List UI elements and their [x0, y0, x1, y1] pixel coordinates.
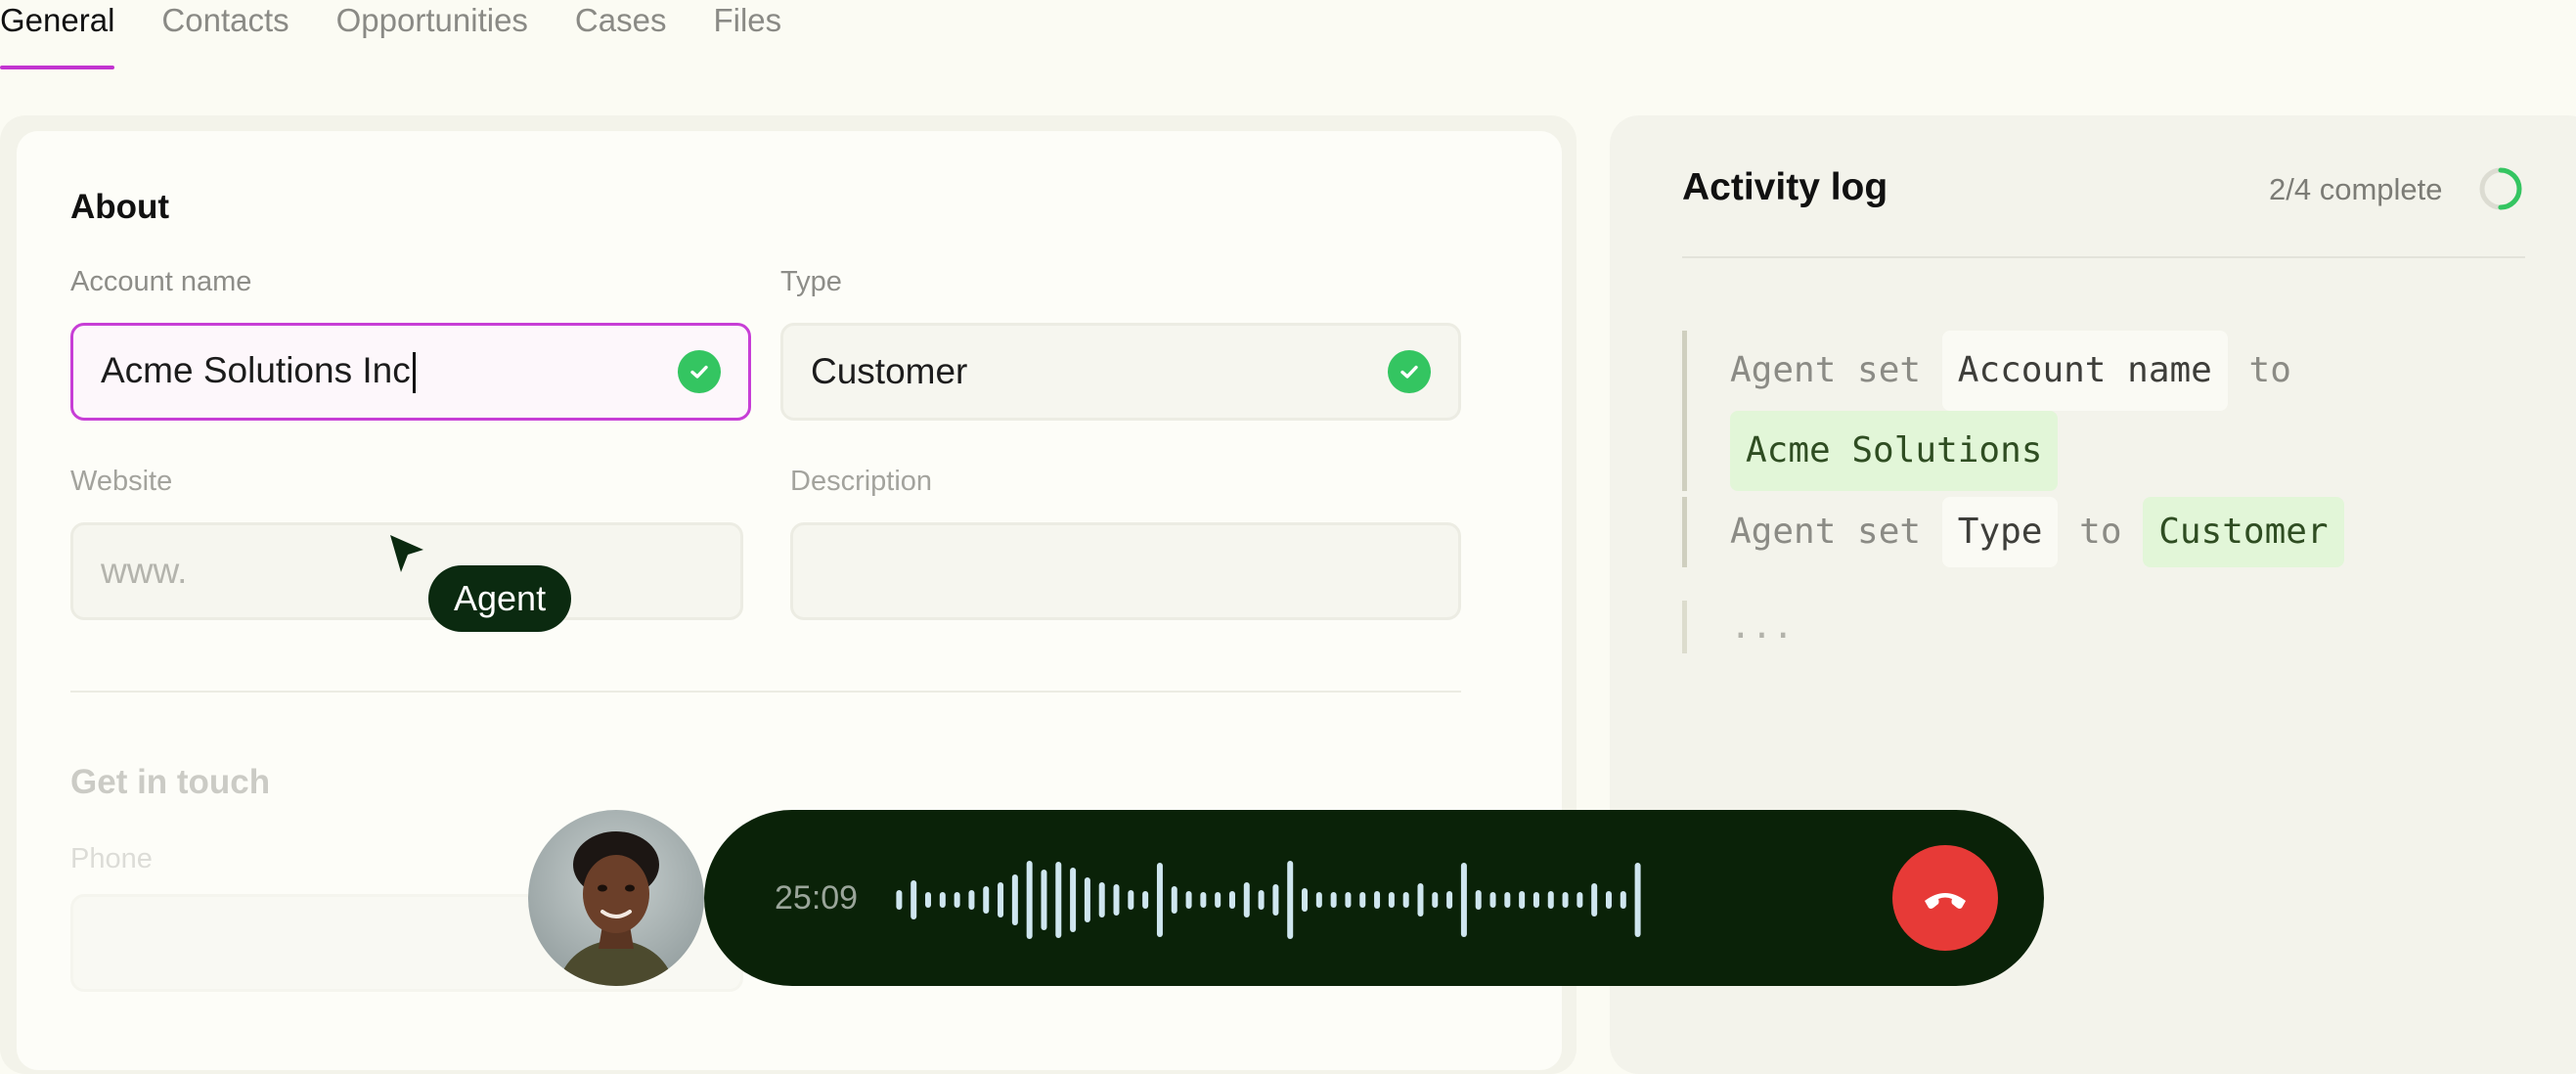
about-section-title: About — [70, 188, 170, 226]
agent-cursor-icon — [390, 535, 423, 572]
description-label: Description — [790, 466, 933, 497]
check-icon — [1388, 350, 1431, 393]
log-entry-value: Customer — [2143, 497, 2344, 567]
log-entry: Agent set Account name to Acme Solutions — [1682, 331, 2434, 491]
audio-waveform — [896, 861, 1641, 939]
log-entry-prefix: Agent set — [1730, 350, 1922, 390]
account-name-value-wrap: Acme Solutions Inc — [101, 349, 678, 394]
log-entry-pending: ... — [1682, 601, 1794, 653]
log-entry-field: Type — [1941, 497, 2059, 567]
log-entry-connector: to — [2248, 350, 2291, 390]
tab-opportunities[interactable]: Opportunities — [336, 0, 528, 68]
log-entry-connector: to — [2079, 512, 2122, 552]
hangup-button[interactable] — [1892, 845, 1998, 951]
agent-cursor-label: Agent — [428, 565, 572, 632]
tab-contacts[interactable]: Contacts — [161, 0, 289, 68]
log-entry-prefix: Agent set — [1730, 512, 1922, 552]
text-caret — [412, 352, 416, 394]
tab-files[interactable]: Files — [713, 0, 781, 68]
activity-log-title: Activity log — [1682, 166, 1888, 208]
type-value: Customer — [811, 351, 968, 391]
tab-general[interactable]: General — [0, 0, 115, 69]
progress-ring-icon — [2479, 167, 2522, 210]
account-name-value: Acme Solutions Inc — [101, 349, 411, 390]
account-name-input[interactable]: Acme Solutions Inc — [70, 323, 751, 421]
check-icon — [678, 350, 721, 393]
phone-label: Phone — [70, 843, 153, 874]
type-label: Type — [780, 266, 842, 297]
tab-cases[interactable]: Cases — [575, 0, 667, 68]
log-entry: Agent set Type to Customer — [1682, 497, 2344, 567]
description-input[interactable] — [790, 522, 1461, 620]
progress-text: 2/4 complete — [2269, 172, 2443, 206]
section-divider — [70, 691, 1461, 693]
pending-dots: ... — [1730, 606, 1795, 647]
type-input[interactable]: Customer — [780, 323, 1461, 421]
website-label: Website — [70, 466, 173, 497]
log-entry-value: Acme Solutions — [1730, 411, 2059, 491]
log-entry-field: Account name — [1941, 331, 2228, 411]
call-timer: 25:09 — [775, 879, 859, 917]
tab-bar: General Contacts Opportunities Cases Fil… — [0, 0, 781, 70]
phone-hangup-icon — [1925, 893, 1966, 909]
caller-avatar — [528, 810, 704, 986]
contact-section-title: Get in touch — [70, 763, 271, 801]
activity-log-divider — [1682, 256, 2525, 258]
account-name-label: Account name — [70, 266, 252, 297]
